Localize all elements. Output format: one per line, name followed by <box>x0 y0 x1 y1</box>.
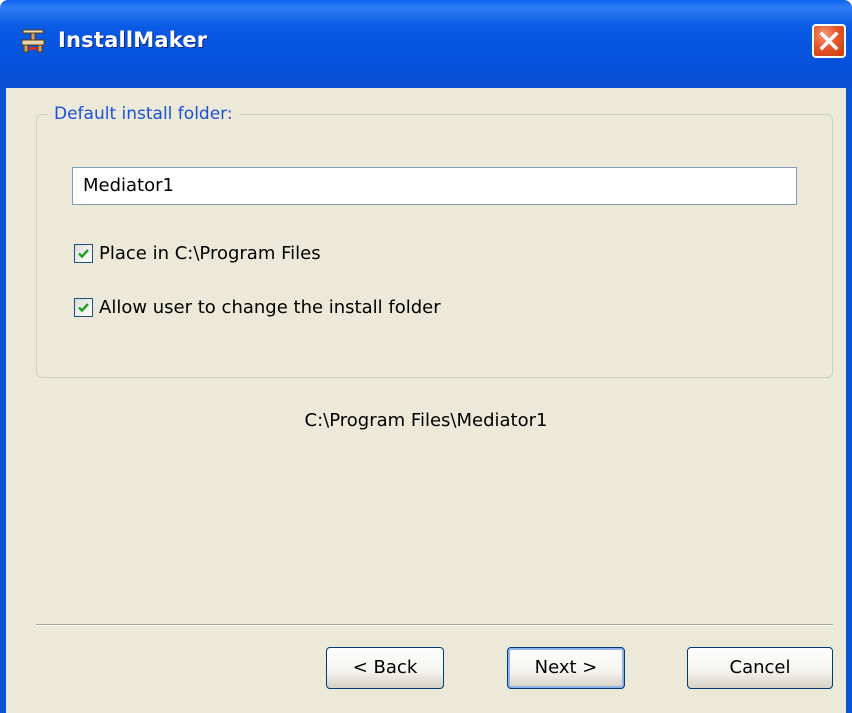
close-button[interactable] <box>812 24 846 58</box>
window-title: InstallMaker <box>58 28 208 52</box>
checkmark-icon <box>78 302 89 312</box>
title-bar[interactable]: InstallMaker <box>0 0 852 88</box>
button-separator <box>36 624 833 626</box>
groupbox-legend: Default install folder: <box>48 104 239 124</box>
next-button[interactable]: Next > <box>507 647 625 689</box>
installmaker-app-icon <box>20 28 46 54</box>
checkmark-icon <box>78 248 89 258</box>
allow-user-change-label[interactable]: Allow user to change the install folder <box>99 297 441 318</box>
install-folder-input[interactable]: Mediator1 <box>72 167 797 205</box>
allow-user-change-option[interactable]: Allow user to change the install folder <box>74 295 441 319</box>
place-in-program-files-checkbox[interactable] <box>74 243 93 263</box>
place-in-program-files-option[interactable]: Place in C:\Program Files <box>74 241 321 265</box>
resolved-install-path: C:\Program Files\Mediator1 <box>304 410 548 431</box>
cancel-button[interactable]: Cancel <box>687 647 833 689</box>
installmaker-window: InstallMaker Default install folder: Med… <box>0 0 852 713</box>
back-button[interactable]: < Back <box>326 647 444 689</box>
allow-user-change-checkbox[interactable] <box>74 297 93 317</box>
place-in-program-files-label[interactable]: Place in C:\Program Files <box>99 243 321 264</box>
